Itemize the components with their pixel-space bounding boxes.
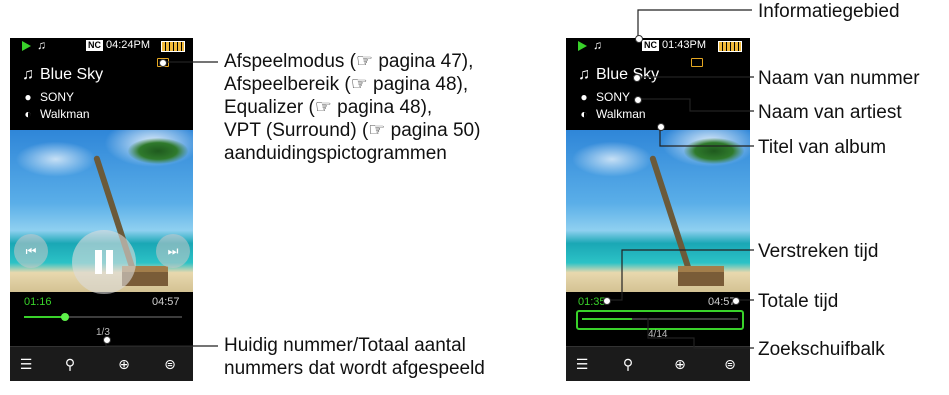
callout-dot: [603, 297, 611, 305]
callout-elapsed-time: Verstreken tijd: [758, 241, 879, 262]
callout-total-time: Totale tijd: [758, 291, 839, 312]
callout-album-title: Titel van album: [758, 137, 887, 158]
callout-track-name: Naam van nummer: [758, 68, 920, 89]
callout-dot: [159, 59, 167, 67]
callout-dot: [732, 297, 740, 305]
callout-dot: [657, 123, 665, 131]
callout-seek-bar: Zoekschuifbalk: [758, 339, 885, 360]
callout-dot: [103, 336, 111, 344]
callout-artist-name: Naam van artiest: [758, 102, 902, 123]
callout-track-count: Huidig nummer/Totaal aantal nummers dat …: [224, 335, 485, 379]
callout-dot: [633, 74, 641, 82]
callout-info-area: Informatiegebied: [758, 1, 900, 22]
callout-dot: [635, 35, 643, 43]
callout-indicators: Afspeelmodus (☞ pagina 47), Afspeelberei…: [224, 51, 481, 164]
callout-dot: [634, 96, 642, 104]
